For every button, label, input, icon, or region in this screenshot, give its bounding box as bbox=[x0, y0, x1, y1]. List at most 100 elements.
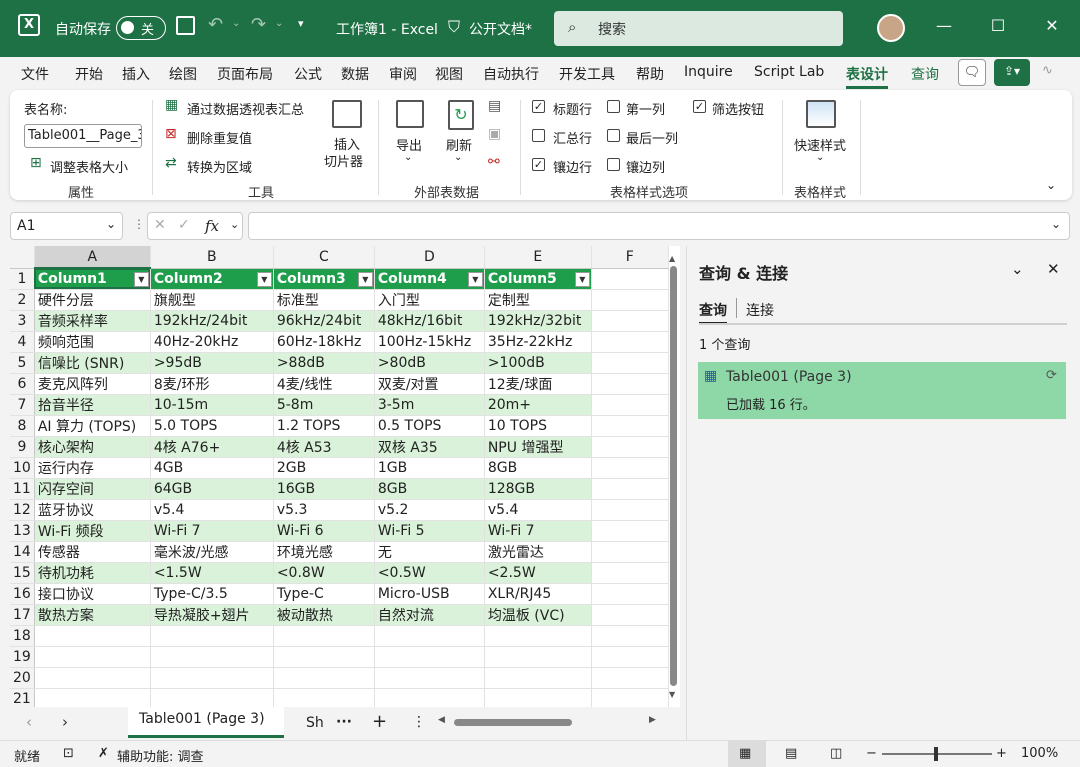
cell[interactable]: 激光雷达 bbox=[484, 541, 592, 563]
macro-record-icon[interactable]: ⊡ bbox=[63, 746, 74, 761]
horizontal-scroll-thumb[interactable] bbox=[454, 719, 572, 726]
banded-columns-checkbox[interactable] bbox=[607, 158, 620, 171]
cell[interactable]: 音频采样率 bbox=[34, 310, 151, 332]
zoom-in-icon[interactable]: + bbox=[996, 746, 1007, 761]
zoom-slider[interactable] bbox=[882, 747, 992, 761]
scroll-left-icon[interactable]: ◀ bbox=[438, 715, 445, 725]
tab-connections[interactable]: 连接 bbox=[746, 300, 774, 320]
cell[interactable]: 入门型 bbox=[374, 289, 485, 311]
row-header[interactable]: 16 bbox=[10, 583, 35, 605]
column-header[interactable]: F bbox=[591, 246, 669, 269]
cell[interactable]: 双麦/对置 bbox=[374, 373, 485, 395]
row-header[interactable]: 2 bbox=[10, 289, 35, 311]
cell[interactable] bbox=[484, 688, 592, 708]
tab-table-design[interactable]: 表设计 bbox=[846, 64, 888, 89]
cell[interactable] bbox=[374, 625, 485, 647]
cell[interactable]: v5.2 bbox=[374, 499, 485, 521]
cell[interactable] bbox=[150, 688, 274, 708]
cell[interactable]: 毫米波/光感 bbox=[150, 541, 274, 563]
cell[interactable] bbox=[591, 478, 669, 500]
cell[interactable] bbox=[591, 457, 669, 479]
row-header[interactable]: 18 bbox=[10, 625, 35, 647]
zoom-slider-thumb[interactable] bbox=[934, 747, 938, 761]
cell[interactable] bbox=[591, 520, 669, 542]
refresh-query-icon[interactable]: ⟳ bbox=[1046, 368, 1057, 383]
horizontal-scrollbar[interactable]: ◀ ▶ bbox=[436, 713, 664, 731]
cell[interactable]: AI 算力 (TOPS) bbox=[34, 415, 151, 437]
cell[interactable] bbox=[591, 373, 669, 395]
table-name-input[interactable]: Table001__Page_3 bbox=[24, 124, 142, 148]
cell[interactable] bbox=[591, 310, 669, 332]
cell[interactable] bbox=[150, 625, 274, 647]
cell[interactable]: 4麦/线性 bbox=[273, 373, 375, 395]
cell[interactable] bbox=[591, 667, 669, 689]
cell[interactable]: Micro-USB bbox=[374, 583, 485, 605]
cell[interactable] bbox=[34, 688, 151, 708]
column-header[interactable]: D bbox=[374, 246, 485, 269]
cell[interactable]: >95dB bbox=[150, 352, 274, 374]
column-header[interactable]: B bbox=[150, 246, 274, 269]
more-sheets-icon[interactable]: ··· bbox=[336, 714, 352, 730]
row-header[interactable]: 11 bbox=[10, 478, 35, 500]
cell[interactable]: 100Hz-15kHz bbox=[374, 331, 485, 353]
scroll-up-icon[interactable]: ▲ bbox=[669, 254, 675, 263]
cell[interactable] bbox=[591, 352, 669, 374]
row-header[interactable]: 1 bbox=[10, 268, 35, 290]
row-header[interactable]: 8 bbox=[10, 415, 35, 437]
cell[interactable]: 1GB bbox=[374, 457, 485, 479]
tab-script-lab[interactable]: Script Lab bbox=[754, 64, 824, 80]
cell[interactable]: 5.0 TOPS bbox=[150, 415, 274, 437]
cell[interactable]: 8麦/环形 bbox=[150, 373, 274, 395]
tab-developer[interactable]: 开发工具 bbox=[559, 64, 615, 84]
cell[interactable]: 128GB bbox=[484, 478, 592, 500]
maximize-icon[interactable]: ☐ bbox=[986, 16, 1010, 35]
table-header-cell[interactable]: Column5 ▼ bbox=[484, 268, 592, 290]
zoom-level[interactable]: 100% bbox=[1021, 746, 1058, 761]
pane-close-icon[interactable]: ✕ bbox=[1047, 260, 1060, 278]
enter-icon[interactable]: ✓ bbox=[178, 217, 190, 233]
cell[interactable] bbox=[591, 436, 669, 458]
tab-view[interactable]: 视图 bbox=[435, 64, 463, 84]
cell[interactable] bbox=[273, 646, 375, 668]
cancel-icon[interactable]: ✕ bbox=[154, 217, 166, 233]
cell[interactable]: <2.5W bbox=[484, 562, 592, 584]
cell[interactable]: 2GB bbox=[273, 457, 375, 479]
add-sheet-icon[interactable]: + bbox=[372, 711, 387, 732]
tab-file[interactable]: 文件 bbox=[21, 64, 49, 84]
cell[interactable]: Wi-Fi 频段 bbox=[34, 520, 151, 542]
row-header[interactable]: 13 bbox=[10, 520, 35, 542]
cell[interactable]: 64GB bbox=[150, 478, 274, 500]
tab-home[interactable]: 开始 bbox=[75, 64, 103, 84]
avatar[interactable] bbox=[877, 14, 905, 42]
cell[interactable]: 96kHz/24bit bbox=[273, 310, 375, 332]
filter-button-checkbox[interactable]: ✓ bbox=[693, 100, 706, 113]
cell[interactable] bbox=[273, 688, 375, 708]
convert-range-button[interactable]: 转换为区域 bbox=[187, 157, 252, 176]
table-header-cell[interactable]: Column3 ▼ bbox=[273, 268, 375, 290]
cell[interactable] bbox=[484, 646, 592, 668]
cell[interactable] bbox=[374, 646, 485, 668]
tab-draw[interactable]: 绘图 bbox=[169, 64, 197, 84]
cell[interactable]: 均温板 (VC) bbox=[484, 604, 592, 626]
remove-duplicates-button[interactable]: 删除重复值 bbox=[187, 128, 252, 147]
row-header[interactable]: 10 bbox=[10, 457, 35, 479]
cell[interactable]: 16GB bbox=[273, 478, 375, 500]
cell[interactable]: 导热凝胶+翅片 bbox=[150, 604, 274, 626]
cell[interactable]: 0.5 TOPS bbox=[374, 415, 485, 437]
total-row-checkbox[interactable] bbox=[532, 129, 545, 142]
cell[interactable]: 10 TOPS bbox=[484, 415, 592, 437]
insert-slicer-button[interactable]: 插入 切片器 bbox=[322, 96, 372, 176]
sheet-tab-active[interactable]: Table001 (Page 3) bbox=[128, 707, 284, 738]
table-header-cell[interactable]: Column2 ▼ bbox=[150, 268, 274, 290]
banded-rows-checkbox[interactable]: ✓ bbox=[532, 158, 545, 171]
cell[interactable]: >80dB bbox=[374, 352, 485, 374]
cell[interactable]: 定制型 bbox=[484, 289, 592, 311]
filter-dropdown-icon[interactable]: ▼ bbox=[574, 271, 590, 287]
cell[interactable]: <0.8W bbox=[273, 562, 375, 584]
scroll-right-icon[interactable]: ▶ bbox=[649, 715, 656, 725]
table-header-cell[interactable]: Column4 ▼ bbox=[374, 268, 485, 290]
row-header[interactable]: 17 bbox=[10, 604, 35, 626]
tab-page-layout[interactable]: 页面布局 bbox=[217, 64, 273, 84]
cell[interactable]: Type-C bbox=[273, 583, 375, 605]
cell[interactable]: 3-5m bbox=[374, 394, 485, 416]
